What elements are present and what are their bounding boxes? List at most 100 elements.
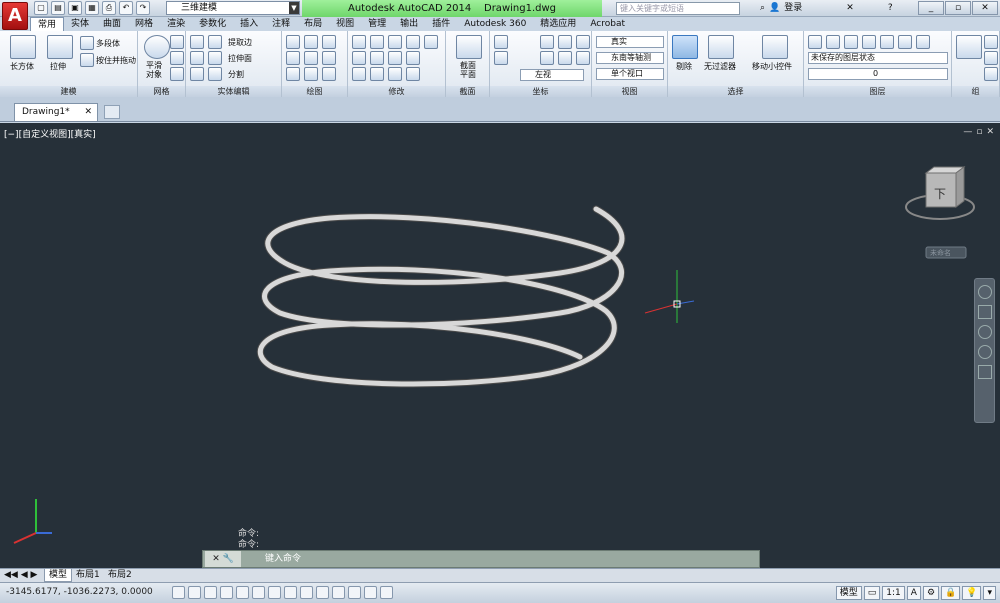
offset-icon[interactable] <box>388 51 402 65</box>
layer-icon[interactable] <box>916 35 930 49</box>
ducs-icon[interactable] <box>300 586 313 599</box>
array-icon[interactable] <box>406 67 420 81</box>
box-icon[interactable] <box>10 35 36 59</box>
polysolid-label[interactable]: 多段体 <box>96 38 120 49</box>
3dosnap-icon[interactable] <box>268 586 281 599</box>
copy-icon[interactable] <box>370 51 384 65</box>
lock-icon[interactable]: 🔒 <box>941 586 961 600</box>
polar-icon[interactable] <box>236 586 249 599</box>
group-tool-icon[interactable] <box>984 67 998 81</box>
minimize-icon[interactable]: _ <box>918 1 944 15</box>
quick-properties-icon[interactable] <box>364 586 377 599</box>
ribbon-tab[interactable]: 渲染 <box>160 17 192 31</box>
ribbon-tab[interactable]: 视图 <box>329 17 361 31</box>
selection-cycling-icon[interactable] <box>380 586 393 599</box>
new-icon[interactable]: ▢ <box>34 1 48 15</box>
layer-select[interactable]: 0 <box>808 68 948 80</box>
extract-edges-label[interactable]: 提取边 <box>228 37 252 48</box>
snap-icon[interactable] <box>188 586 201 599</box>
layer-icon[interactable] <box>862 35 876 49</box>
command-input[interactable]: 键入命令 <box>265 551 301 567</box>
extrude-icon[interactable] <box>47 35 73 59</box>
close-icon[interactable]: ✕ <box>84 104 92 121</box>
panel-label[interactable]: 视图 <box>592 86 667 97</box>
ribbon-tab[interactable]: 插入 <box>233 17 265 31</box>
search-icon[interactable]: ⌕ <box>760 1 765 16</box>
scale-icon[interactable] <box>406 35 420 49</box>
polygon-icon[interactable] <box>286 67 300 81</box>
help-icon[interactable]: ? <box>888 1 893 16</box>
move-icon[interactable] <box>388 35 402 49</box>
ortho-icon[interactable] <box>220 586 233 599</box>
panel-label[interactable]: 修改 <box>348 86 445 97</box>
print-icon[interactable]: ⎙ <box>102 1 116 15</box>
stretch-icon[interactable] <box>352 67 366 81</box>
panel-label[interactable]: 坐标 <box>490 86 591 97</box>
ribbon-tab[interactable]: 管理 <box>361 17 393 31</box>
fillet-icon[interactable] <box>352 51 366 65</box>
mesh-tool-icon[interactable] <box>170 67 184 81</box>
saveas-icon[interactable]: ▦ <box>85 1 99 15</box>
ucs-icon[interactable] <box>558 51 572 65</box>
ribbon-tab[interactable]: Autodesk 360 <box>457 17 533 31</box>
line-icon[interactable] <box>286 35 300 49</box>
ribbon-tab[interactable]: 输出 <box>393 17 425 31</box>
lineweight-icon[interactable] <box>332 586 345 599</box>
viewport-config-select[interactable]: 单个视口 <box>596 68 664 80</box>
group-tool-icon[interactable] <box>984 35 998 49</box>
ucs-view-select[interactable]: 左视 <box>520 69 584 81</box>
edit-icon[interactable] <box>208 67 222 81</box>
ucs-icon[interactable] <box>576 35 590 49</box>
ribbon-tab[interactable]: 参数化 <box>192 17 233 31</box>
tab-layout1[interactable]: 布局1 <box>72 569 104 582</box>
ribbon-tab[interactable]: 曲面 <box>96 17 128 31</box>
ribbon-tab[interactable]: 注释 <box>265 17 297 31</box>
quick-view-icon[interactable]: ▭ <box>863 586 881 600</box>
infer-constraints-icon[interactable] <box>172 586 185 599</box>
array-icon[interactable] <box>388 67 402 81</box>
ellipse-icon[interactable] <box>322 67 336 81</box>
ucs-icon[interactable] <box>576 51 590 65</box>
ribbon-tab[interactable]: 实体 <box>64 17 96 31</box>
panel-label[interactable]: 建模 <box>0 86 137 97</box>
mesh-tool-icon[interactable] <box>170 35 184 49</box>
group-icon[interactable] <box>956 35 982 59</box>
pan-icon[interactable] <box>978 305 992 319</box>
sign-in-link[interactable]: 登录 <box>784 1 802 16</box>
ribbon-tab[interactable]: Acrobat <box>583 17 632 31</box>
workspace-select[interactable]: 三维建模 ▼ <box>166 1 300 15</box>
visual-style-select[interactable]: 真实 <box>596 36 664 48</box>
presspull-icon[interactable] <box>80 53 94 67</box>
group-tool-icon[interactable] <box>984 51 998 65</box>
extrude-faces-label[interactable]: 拉伸面 <box>228 53 252 64</box>
open-icon[interactable]: ▤ <box>51 1 65 15</box>
panel-label[interactable]: 选择 <box>668 86 803 97</box>
layer-state-select[interactable]: 未保存的图层状态 <box>808 52 948 64</box>
workspace-switch-icon[interactable]: ⚙ <box>922 586 940 600</box>
viewcube-face-label[interactable]: 下 <box>934 185 946 202</box>
panel-label[interactable]: 实体编辑 <box>186 86 281 97</box>
intersect-icon[interactable] <box>190 67 204 81</box>
redo-icon[interactable]: ↷ <box>136 1 150 15</box>
spline-icon[interactable] <box>286 51 300 65</box>
ucs-icon[interactable] <box>540 51 554 65</box>
ribbon-tab[interactable]: 布局 <box>297 17 329 31</box>
dyn-icon[interactable] <box>316 586 329 599</box>
maximize-icon[interactable]: ▫ <box>945 1 971 15</box>
section-plane-icon[interactable] <box>456 35 482 59</box>
document-tab[interactable]: Drawing1* ✕ <box>14 103 98 121</box>
annotation-visibility-icon[interactable]: A <box>906 586 921 600</box>
subtract-icon[interactable] <box>190 51 204 65</box>
layer-icon[interactable] <box>826 35 840 49</box>
ribbon-tab[interactable]: 插件 <box>425 17 457 31</box>
ray-icon[interactable] <box>304 51 318 65</box>
close-icon[interactable]: ✕ <box>972 1 998 15</box>
ucs-icon[interactable] <box>558 35 572 49</box>
exchange-icon[interactable]: ✕ <box>846 1 854 16</box>
autocad-logo[interactable]: A <box>2 2 28 30</box>
panel-label[interactable]: 截面 <box>446 86 489 97</box>
smooth-object-icon[interactable] <box>144 35 170 59</box>
new-tab-button[interactable] <box>104 105 120 119</box>
tab-model[interactable]: 模型 <box>44 569 73 582</box>
layer-icon[interactable] <box>808 35 822 49</box>
